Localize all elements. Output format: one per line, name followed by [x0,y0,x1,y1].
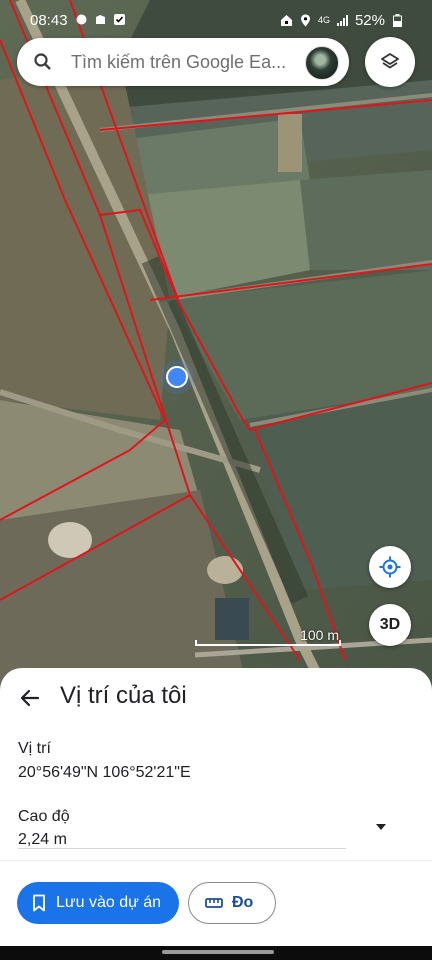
sheet-title: Vị trí của tôi [60,682,187,709]
my-location-marker[interactable] [166,366,188,388]
toggle-3d-button[interactable]: 3D [369,604,411,646]
bookmark-icon [33,894,45,912]
my-location-sheet: Vị trí của tôi Vị trí 20°56'49"N 106°52'… [0,668,432,946]
status-time: 08:43 [30,12,68,29]
home-lock-icon [280,15,292,26]
back-arrow-icon[interactable] [18,686,42,710]
status-bar: 08:43 4G 52% [0,0,432,40]
location-coordinates: 20°56'49"N 106°52'21"E [18,764,191,781]
save-to-project-label: Lưu vào dự án [56,894,162,911]
location-pin-icon [300,14,310,27]
satellite-imagery [0,0,432,700]
ruler-icon [205,898,223,908]
crosshair-icon [379,556,401,578]
app-notification-icon [96,15,105,24]
home-gesture-pill[interactable] [162,950,274,954]
sheet-separator [0,860,432,861]
measure-label: Đo [232,894,254,911]
scale-bar [195,640,341,646]
altitude-value: 2,24 m [18,831,67,848]
battery-icon [393,14,402,27]
altitude-label: Cao độ [18,808,70,825]
measure-button[interactable]: Đo [188,882,276,924]
search-icon[interactable] [33,52,53,72]
account-avatar[interactable] [305,46,339,80]
layers-icon [381,53,399,69]
notification-icon [76,14,87,25]
map-scale: 100 m [195,627,341,646]
satellite-map[interactable] [0,0,432,700]
layers-button[interactable] [365,37,415,87]
location-label: Vị trí [18,740,51,757]
save-to-project-button[interactable]: Lưu vào dự án [17,882,179,924]
altitude-divider [18,848,346,849]
chevron-down-icon[interactable] [372,818,390,836]
battery-percent: 52% [354,12,385,29]
signal-icon [336,15,348,26]
my-location-button[interactable] [369,546,411,588]
check-notification-icon [114,14,125,25]
search-bar[interactable]: Tìm kiếm trên Google Ea... [17,38,349,86]
system-nav-bar [0,946,432,960]
search-input[interactable]: Tìm kiếm trên Google Ea... [71,52,301,73]
network-type: 4G [317,15,330,25]
